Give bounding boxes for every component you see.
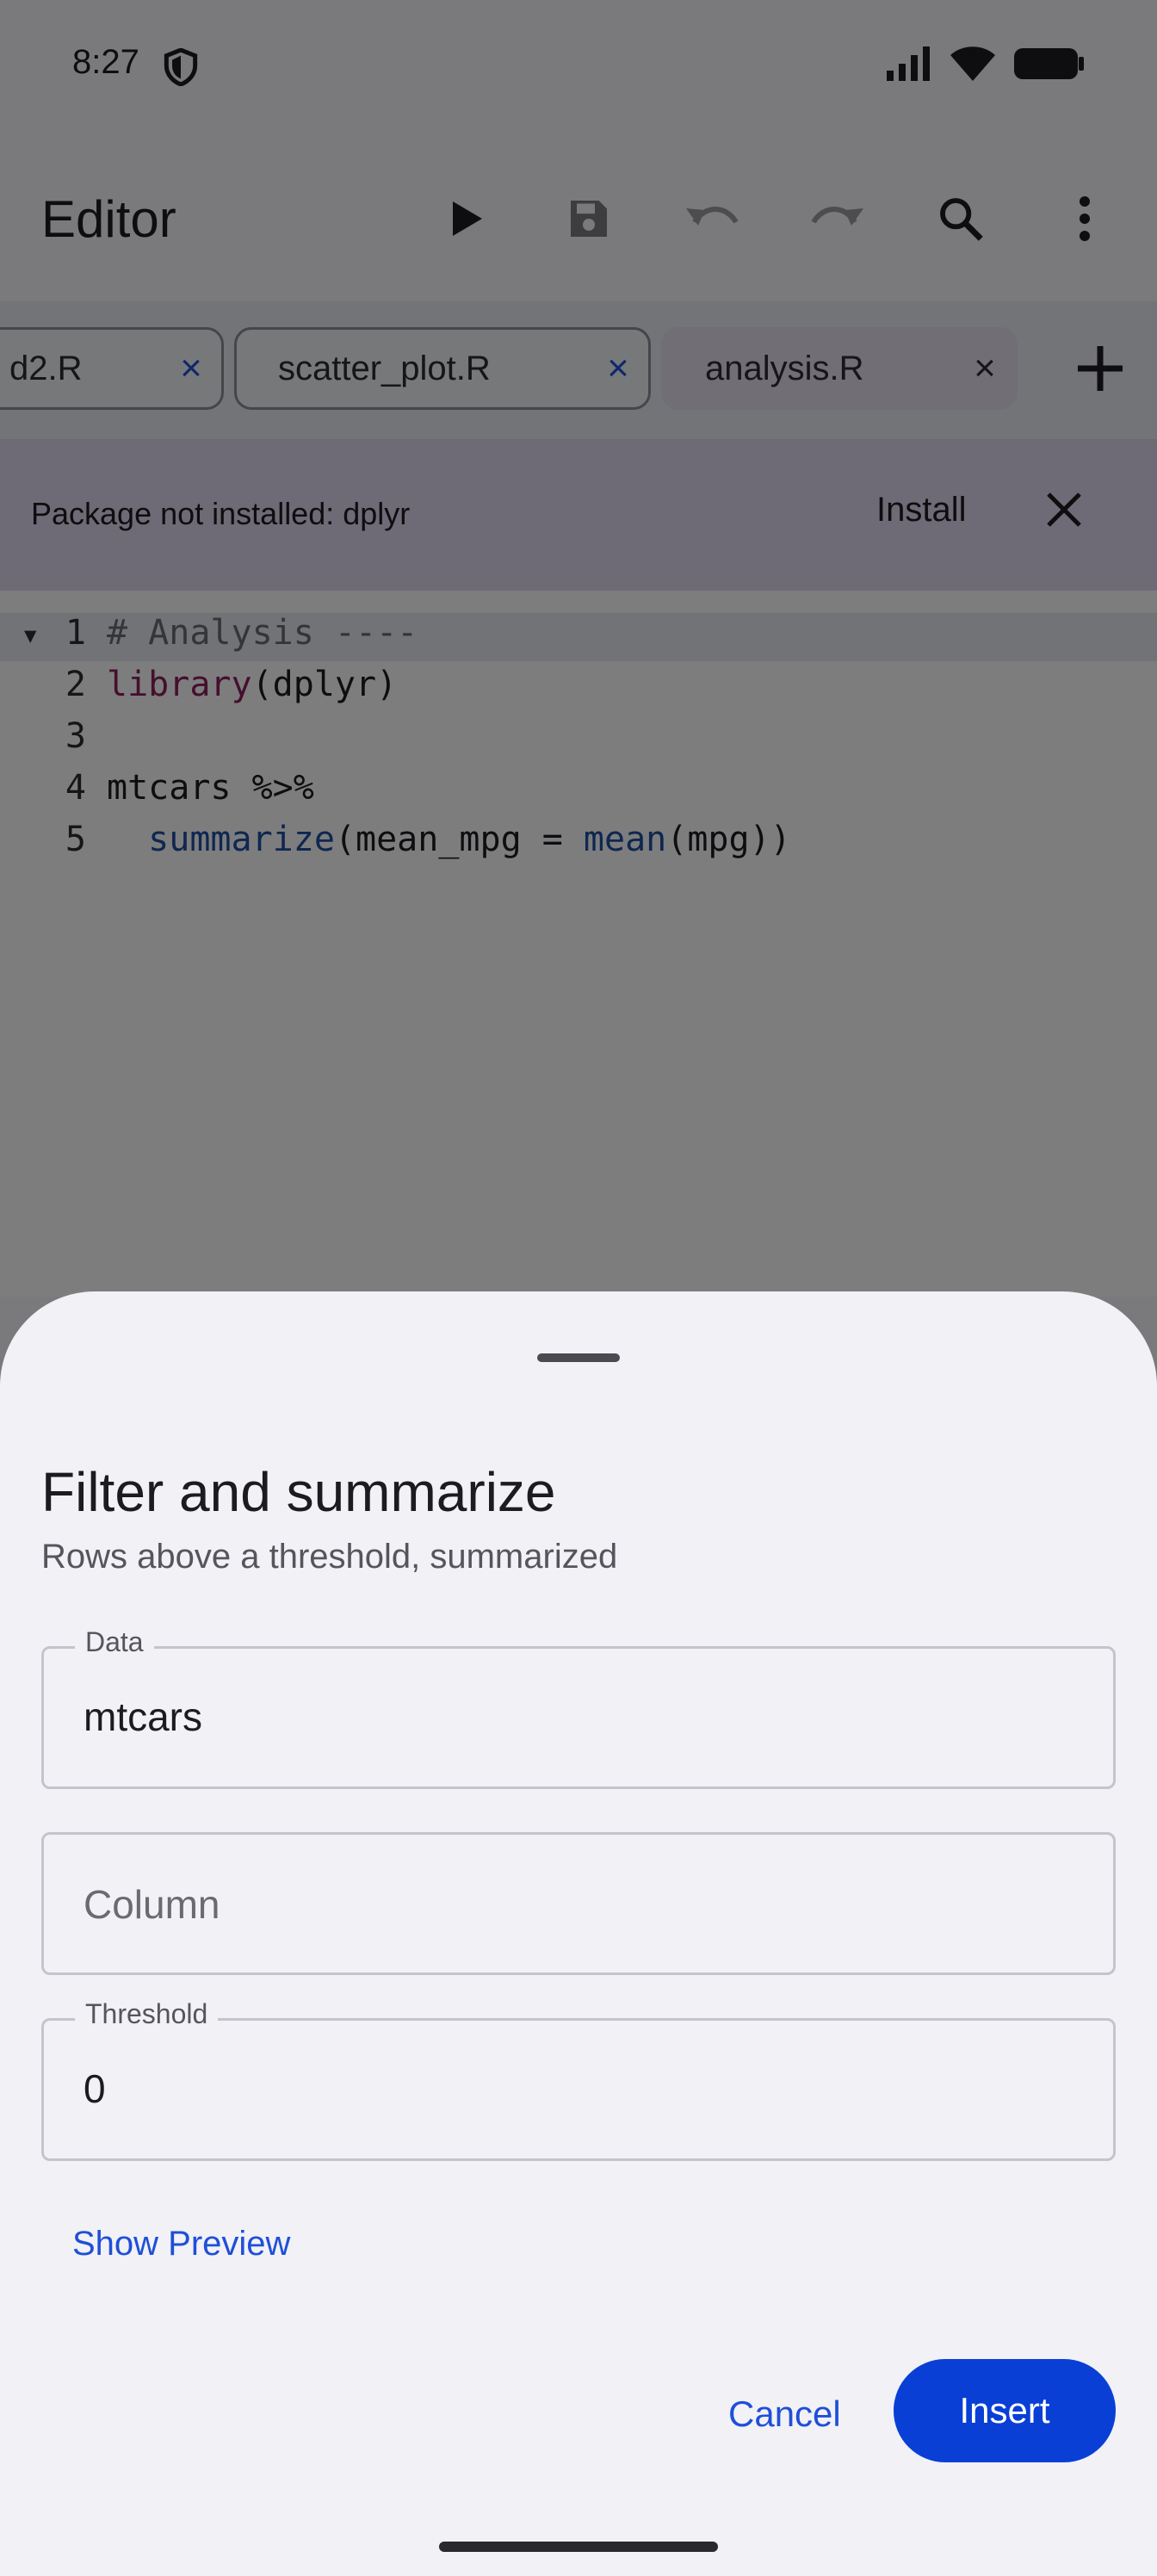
field-placeholder: Column bbox=[84, 1882, 220, 1927]
data-field[interactable]: Data mtcars bbox=[41, 1626, 1116, 1789]
sheet-subtitle: Rows above a threshold, summarized bbox=[41, 1538, 618, 1576]
screen: 8:27 Editor bbox=[0, 0, 1157, 2576]
cancel-button[interactable]: Cancel bbox=[728, 2393, 841, 2435]
drag-handle[interactable] bbox=[537, 1353, 620, 1362]
threshold-field[interactable]: Threshold 0 bbox=[41, 1998, 1116, 2161]
home-indicator[interactable] bbox=[439, 2542, 718, 2552]
field-value: mtcars bbox=[84, 1694, 202, 1739]
show-preview-button[interactable]: Show Preview bbox=[72, 2225, 290, 2263]
field-label: Data bbox=[75, 1626, 154, 1658]
snippet-bottom-sheet: Filter and summarize Rows above a thresh… bbox=[0, 1291, 1157, 2576]
insert-button[interactable]: Insert bbox=[894, 2359, 1116, 2462]
field-label: Threshold bbox=[75, 1998, 219, 2030]
column-field[interactable]: Column bbox=[41, 1832, 1116, 1975]
sheet-title: Filter and summarize bbox=[41, 1461, 556, 1523]
field-value: 0 bbox=[84, 2066, 106, 2111]
